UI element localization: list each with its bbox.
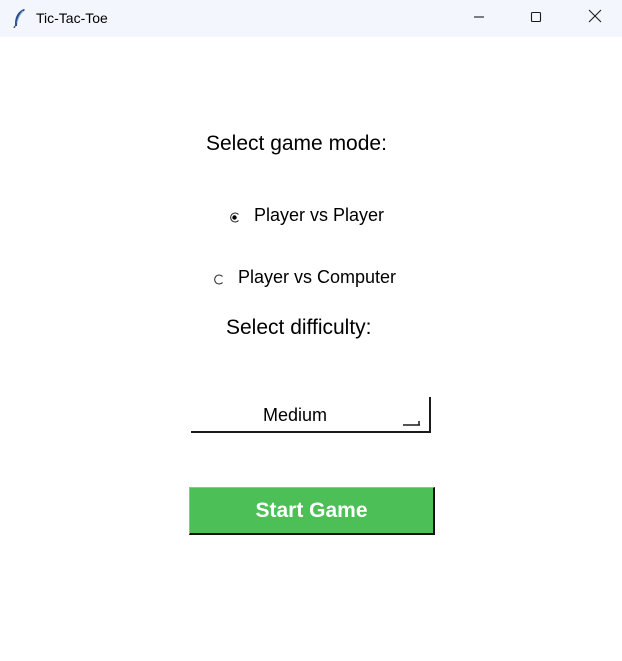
difficulty-heading: Select difficulty: <box>226 316 372 339</box>
minimize-button[interactable] <box>456 0 502 37</box>
main-content: Select game mode: Player vs Player Playe… <box>0 37 622 661</box>
minimize-icon <box>473 10 485 28</box>
maximize-icon <box>530 10 542 28</box>
feather-icon <box>11 8 29 29</box>
radio-label-pvc: Player vs Computer <box>238 267 397 287</box>
difficulty-selected-value: Medium <box>262 405 328 425</box>
radio-player-vs-player[interactable]: Player vs Player <box>229 205 384 226</box>
radio-selected-icon[interactable] <box>229 210 240 223</box>
radio-label-pvp: Player vs Player <box>254 205 385 225</box>
game-mode-heading: Select game mode: <box>206 132 387 155</box>
maximize-button[interactable] <box>513 0 559 37</box>
dropdown-indicator-icon <box>403 413 420 426</box>
start-game-button[interactable]: Start Game <box>189 487 435 535</box>
app-window: Tic-Tac-Toe Select game mode: Player vs … <box>0 0 622 661</box>
radio-unselected-icon[interactable] <box>213 272 224 285</box>
close-icon <box>588 9 602 28</box>
difficulty-dropdown[interactable]: Medium <box>191 397 431 433</box>
window-title: Tic-Tac-Toe <box>36 10 108 26</box>
close-button[interactable] <box>572 0 618 37</box>
radio-player-vs-computer[interactable]: Player vs Computer <box>213 267 396 288</box>
title-bar[interactable]: Tic-Tac-Toe <box>0 0 622 37</box>
